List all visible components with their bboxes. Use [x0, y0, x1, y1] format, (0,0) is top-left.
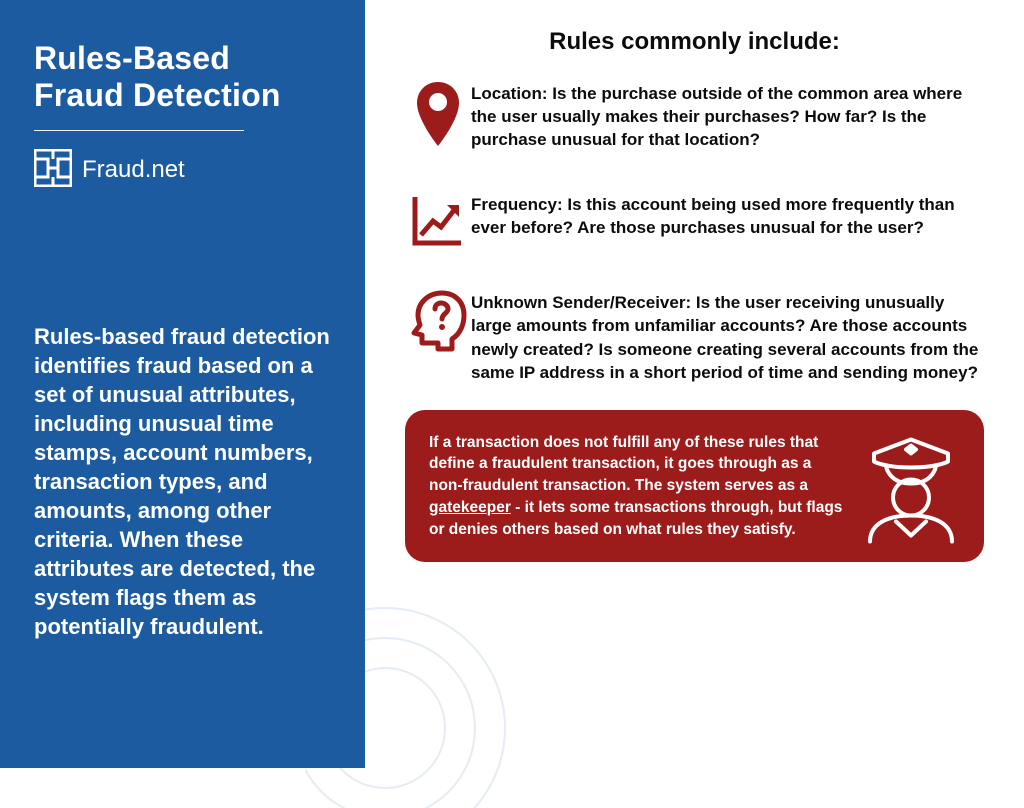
divider	[34, 130, 244, 131]
callout-keyword: gatekeeper	[429, 499, 511, 516]
officer-icon	[856, 423, 966, 548]
page-title: Rules-Based Fraud Detection	[34, 40, 331, 114]
callout-pre: If a transaction does not fulfill any of…	[429, 434, 818, 494]
rule-text: Frequency: Is this account being used mo…	[471, 191, 984, 239]
location-pin-icon	[405, 80, 471, 150]
rules-heading: Rules commonly include:	[405, 28, 984, 56]
chart-up-icon	[405, 191, 471, 249]
main-content: Rules commonly include: Location: Is the…	[365, 0, 1024, 768]
brand-logo: Fraud.net	[34, 149, 331, 192]
callout-text: If a transaction does not fulfill any of…	[429, 432, 844, 540]
rule-text: Unknown Sender/Receiver: Is the user rec…	[471, 289, 984, 383]
sidebar-description: Rules-based fraud detection identifies f…	[34, 322, 331, 641]
rule-text: Location: Is the purchase outside of the…	[471, 80, 984, 151]
title-line1: Rules-Based	[34, 40, 230, 76]
brand-name: Fraud.net	[82, 156, 185, 184]
question-head-icon	[405, 289, 471, 353]
callout-box: If a transaction does not fulfill any of…	[405, 410, 984, 562]
rule-item: Unknown Sender/Receiver: Is the user rec…	[405, 289, 984, 383]
sidebar: Rules-Based Fraud Detection Fraud.net Ru…	[0, 0, 365, 768]
rule-item: Frequency: Is this account being used mo…	[405, 191, 984, 249]
rule-item: Location: Is the purchase outside of the…	[405, 80, 984, 151]
title-line2: Fraud Detection	[34, 77, 281, 113]
maze-logo-icon	[34, 149, 72, 192]
